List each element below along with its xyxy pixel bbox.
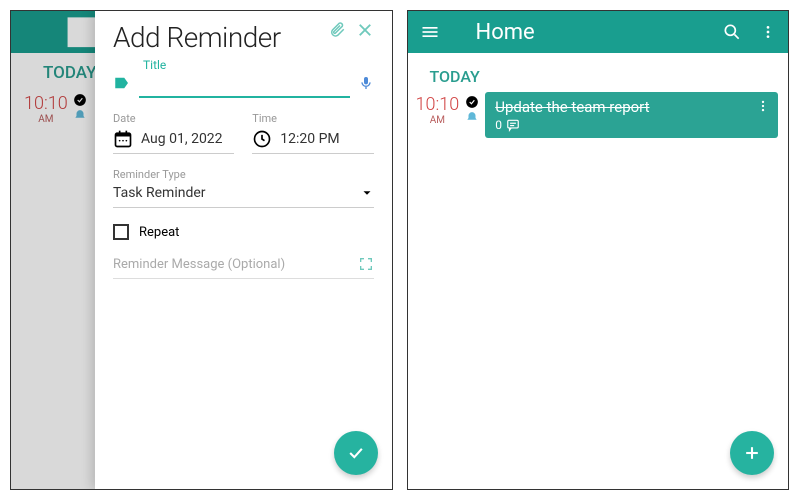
clock-icon — [252, 129, 272, 149]
bell-icon — [465, 111, 479, 125]
modal-title: Add Reminder — [113, 21, 281, 54]
tag-icon — [113, 74, 131, 92]
add-reminder-modal: Add Reminder Title Date Aug 01, 2022 — [95, 11, 392, 489]
task-time: 10:10 — [416, 94, 460, 115]
type-value: Task Reminder — [113, 185, 206, 201]
time-value: 12:20 PM — [280, 131, 339, 147]
mic-icon[interactable] — [358, 75, 374, 91]
date-picker[interactable]: Aug 01, 2022 — [113, 129, 234, 154]
type-label: Reminder Type — [113, 168, 374, 181]
task-card[interactable]: Update the team report 0 — [485, 92, 778, 138]
type-select[interactable]: Task Reminder — [113, 185, 374, 208]
task-ampm: AM — [416, 115, 460, 126]
menu-icon[interactable] — [420, 22, 440, 42]
time-picker[interactable]: 12:20 PM — [252, 129, 373, 154]
repeat-label: Repeat — [139, 225, 179, 240]
message-placeholder: Reminder Message (Optional) — [113, 257, 285, 272]
repeat-checkbox[interactable] — [113, 224, 129, 240]
expand-icon[interactable] — [358, 256, 374, 272]
date-value: Aug 01, 2022 — [141, 131, 223, 147]
task-row: 10:10 AM Update the team report 0 — [408, 92, 789, 138]
close-icon[interactable] — [356, 21, 374, 39]
attachment-icon[interactable] — [328, 21, 346, 39]
card-more-icon[interactable] — [756, 99, 770, 113]
time-label: Time — [252, 112, 373, 125]
check-icon — [346, 443, 366, 463]
chevron-down-icon — [360, 186, 374, 200]
date-label: Date — [113, 112, 234, 125]
comment-icon — [506, 118, 520, 132]
check-icon — [465, 95, 479, 109]
plus-icon — [742, 443, 762, 463]
title-input[interactable] — [139, 72, 350, 98]
more-icon[interactable] — [760, 22, 776, 42]
title-label: Title — [143, 58, 374, 72]
today-label: TODAY — [430, 67, 789, 86]
add-button[interactable] — [730, 431, 774, 475]
search-icon[interactable] — [722, 22, 742, 42]
task-title: Update the team report — [495, 98, 770, 116]
message-input[interactable]: Reminder Message (Optional) — [113, 256, 374, 279]
page-title: Home — [476, 20, 705, 45]
comment-count: 0 — [495, 118, 502, 132]
calendar-icon — [113, 129, 133, 149]
confirm-button[interactable] — [334, 431, 378, 475]
